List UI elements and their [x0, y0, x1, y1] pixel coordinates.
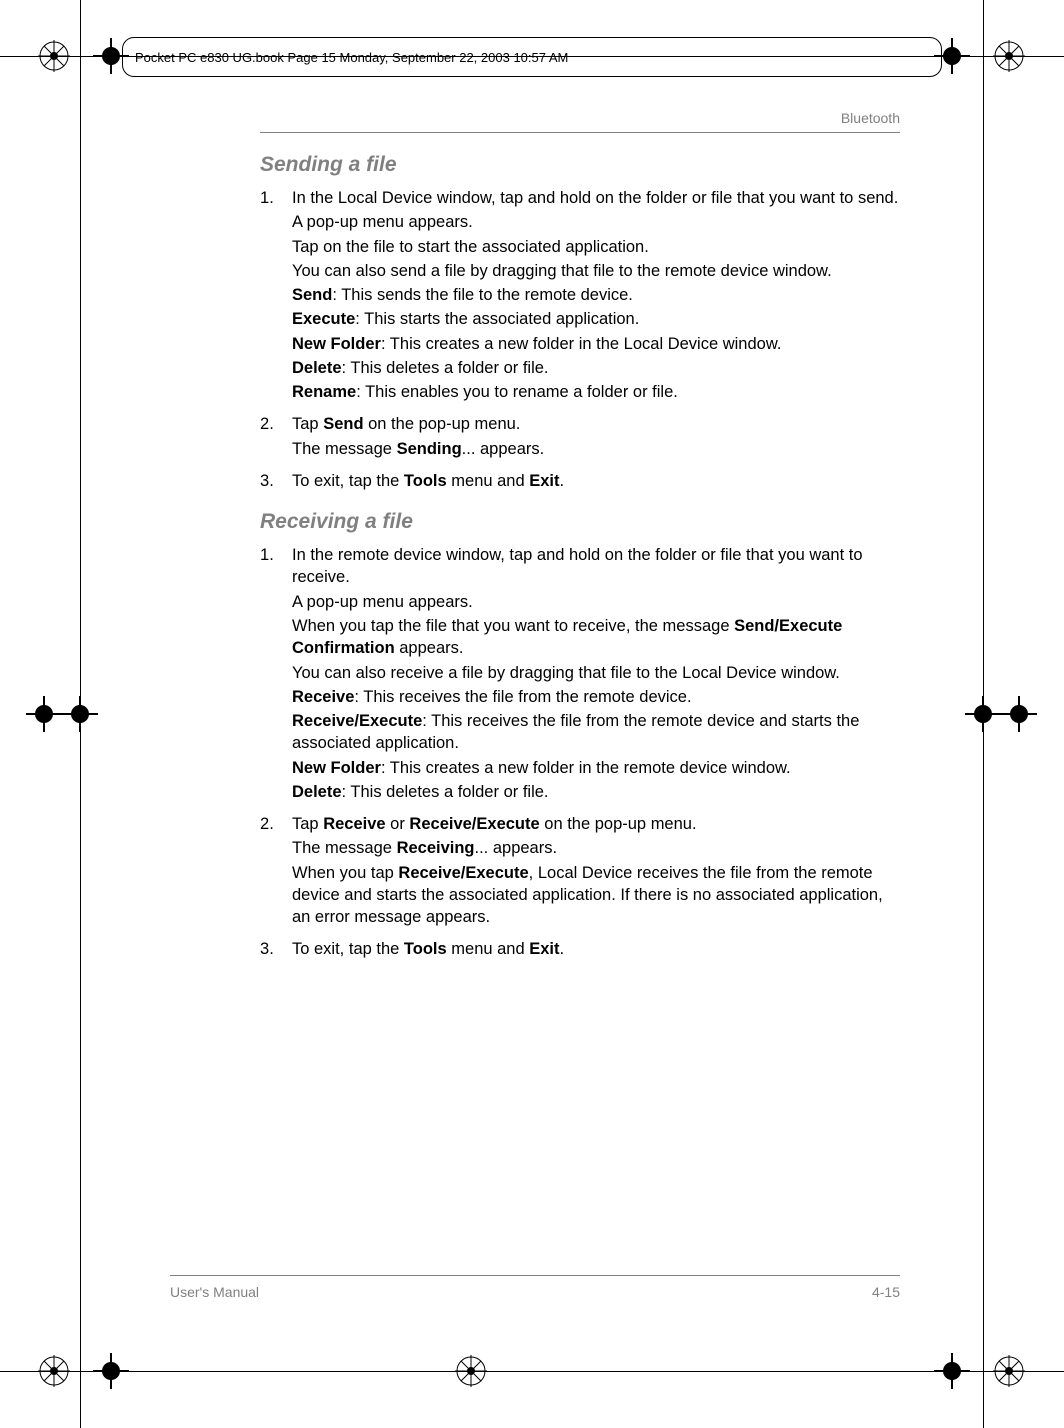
crop-line-bottom — [0, 1371, 1064, 1372]
list-item-line: When you tap Receive/Execute, Local Devi… — [292, 862, 900, 929]
receiving-list: In the remote device window, tap and hol… — [260, 544, 900, 961]
list-item: Tap Send on the pop-up menu. The message … — [260, 413, 900, 460]
cross-mark-icon — [26, 696, 62, 732]
list-item: Tap Receive or Receive/Execute on the po… — [260, 813, 900, 928]
sending-list: In the Local Device window, tap and hold… — [260, 187, 900, 492]
registration-mark-icon — [455, 1355, 487, 1387]
list-item-line: Receive: This receives the file from the… — [292, 686, 900, 708]
list-item-line: You can also send a file by dragging tha… — [292, 260, 900, 282]
list-item-line: Tap Send on the pop-up menu. — [292, 413, 900, 435]
cross-mark-icon — [1001, 696, 1037, 732]
list-item-line: Send: This sends the file to the remote … — [292, 284, 900, 306]
cross-mark-icon — [934, 1353, 970, 1389]
registration-mark-icon — [993, 40, 1025, 72]
divider — [260, 132, 900, 133]
list-item-line: Delete: This deletes a folder or file. — [292, 781, 900, 803]
list-item-line: You can also receive a file by dragging … — [292, 662, 900, 684]
page-header-runner: Pocket PC e830 UG.book Page 15 Monday, S… — [122, 37, 942, 77]
list-item: To exit, tap the Tools menu and Exit. — [260, 470, 900, 492]
list-item-line: In the remote device window, tap and hol… — [292, 544, 900, 589]
list-item-line: The message Sending... appears. — [292, 438, 900, 460]
registration-mark-icon — [993, 1355, 1025, 1387]
list-item-line: Tap on the file to start the associated … — [292, 236, 900, 258]
list-item-line: A pop-up menu appears. — [292, 591, 900, 613]
list-item-line: New Folder: This creates a new folder in… — [292, 757, 900, 779]
list-item: In the remote device window, tap and hol… — [260, 544, 900, 803]
list-item-line: Rename: This enables you to rename a fol… — [292, 381, 900, 403]
registration-mark-icon — [38, 40, 70, 72]
list-item-line: A pop-up menu appears. — [292, 211, 900, 233]
cross-mark-icon — [965, 696, 1001, 732]
list-item: In the Local Device window, tap and hold… — [260, 187, 900, 403]
page-content: Bluetooth Sending a file In the Local De… — [260, 110, 900, 971]
footer-left: User's Manual — [170, 1284, 259, 1300]
registration-mark-icon — [38, 1355, 70, 1387]
list-item-line: Delete: This deletes a folder or file. — [292, 357, 900, 379]
section-heading-sending: Sending a file — [260, 153, 900, 177]
topic-label: Bluetooth — [260, 110, 900, 126]
list-item-line: When you tap the file that you want to r… — [292, 615, 900, 660]
cross-mark-icon — [93, 1353, 129, 1389]
list-item: To exit, tap the Tools menu and Exit. — [260, 938, 900, 960]
list-item-line: New Folder: This creates a new folder in… — [292, 333, 900, 355]
list-item-line: The message Receiving... appears. — [292, 837, 900, 859]
page-footer: User's Manual 4-15 — [170, 1275, 900, 1300]
list-item-line: Tap Receive or Receive/Execute on the po… — [292, 813, 900, 835]
list-item-line: To exit, tap the Tools menu and Exit. — [292, 938, 900, 960]
section-heading-receiving: Receiving a file — [260, 510, 900, 534]
list-item-line: In the Local Device window, tap and hold… — [292, 187, 900, 209]
footer-right: 4-15 — [872, 1284, 900, 1300]
cross-mark-icon — [62, 696, 98, 732]
list-item-line: Receive/Execute: This receives the file … — [292, 710, 900, 755]
header-runner-text: Pocket PC e830 UG.book Page 15 Monday, S… — [135, 50, 568, 65]
list-item-line: Execute: This starts the associated appl… — [292, 308, 900, 330]
divider — [170, 1275, 900, 1276]
list-item-line: To exit, tap the Tools menu and Exit. — [292, 470, 900, 492]
